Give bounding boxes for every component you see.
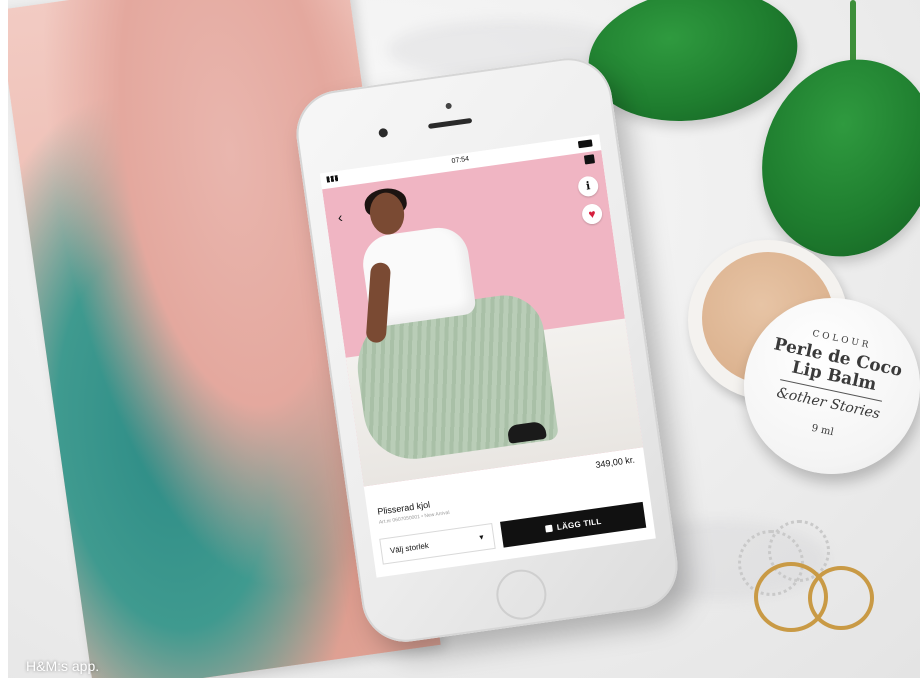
add-to-bag-label: LÄGG TILL — [556, 516, 603, 532]
phone-speaker — [427, 117, 473, 129]
size-select[interactable]: Välj storlek ▼ — [379, 522, 496, 565]
info-icon[interactable]: i — [576, 175, 600, 198]
heart-icon[interactable]: ♥ — [580, 202, 604, 226]
shopping-bag-icon — [544, 524, 553, 533]
battery-icon — [577, 139, 593, 149]
app-screen: 07:54 ‹ i ♥ 349,00 kr. Plisserad kjol Ar… — [319, 134, 656, 578]
product-hero-image: ‹ i ♥ — [322, 150, 644, 487]
chevron-down-icon: ▼ — [477, 534, 486, 543]
back-chevron-icon[interactable]: ‹ — [331, 208, 349, 226]
home-button — [493, 566, 550, 623]
photo-caption: H&M:s app. — [26, 658, 100, 674]
shopping-bag-icon[interactable] — [583, 154, 596, 165]
phone-camera — [378, 127, 389, 138]
product-photo: COLOUR Perle de Coco Lip Balm &other Sto… — [8, 0, 920, 678]
ring — [808, 566, 874, 630]
product-price: 349,00 kr. — [594, 454, 636, 470]
size-select-label: Välj storlek — [389, 541, 430, 556]
phone-sensor — [445, 102, 453, 110]
add-to-bag-button[interactable]: LÄGG TILL — [500, 501, 647, 548]
